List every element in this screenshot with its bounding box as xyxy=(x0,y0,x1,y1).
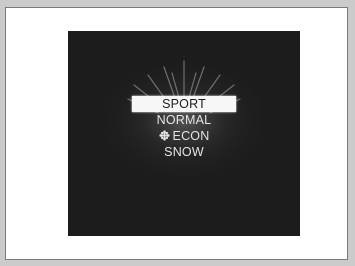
menu-item-label: NORMAL xyxy=(156,113,212,127)
drive-mode-menu: SPORT NORMAL ECON SNOW xyxy=(68,96,300,160)
menu-item-sport[interactable]: SPORT xyxy=(132,96,236,112)
drive-mode-display: SPORT NORMAL ECON SNOW xyxy=(68,31,300,236)
econ-leaf-icon xyxy=(158,130,170,141)
menu-item-label: ECON xyxy=(172,129,210,143)
menu-item-normal[interactable]: NORMAL xyxy=(132,112,236,128)
menu-item-label: SPORT xyxy=(162,97,206,111)
figure-frame: SPORT NORMAL ECON SNOW xyxy=(5,7,348,260)
menu-item-snow[interactable]: SNOW xyxy=(132,144,236,160)
menu-item-label: SNOW xyxy=(164,145,204,159)
menu-item-econ[interactable]: ECON xyxy=(132,128,236,144)
page: SPORT NORMAL ECON SNOW xyxy=(0,0,355,266)
